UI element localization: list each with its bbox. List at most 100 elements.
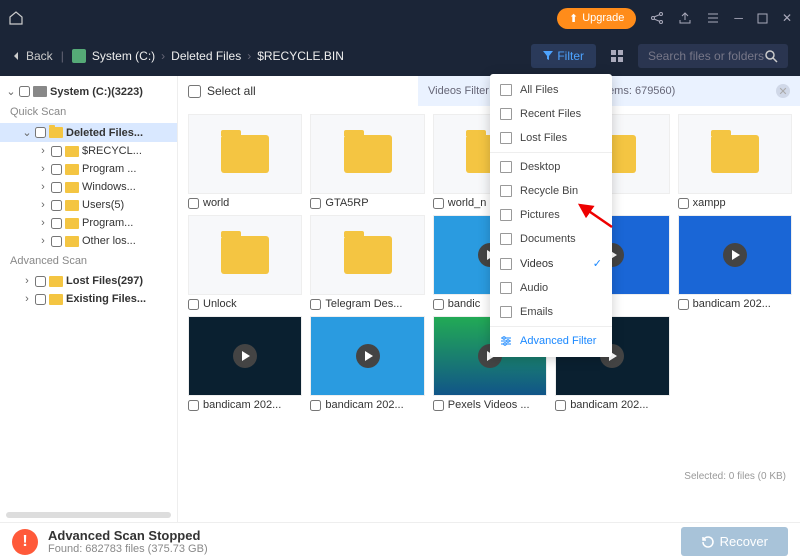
- file-item[interactable]: bandicam 202...: [310, 316, 424, 411]
- home-icon[interactable]: [8, 10, 24, 26]
- file-item[interactable]: bandicam 202...: [188, 316, 302, 411]
- section-advanced: Advanced Scan: [0, 250, 177, 272]
- item-label: Unlock: [203, 298, 237, 310]
- item-checkbox[interactable]: [433, 198, 444, 209]
- file-item[interactable]: bandicam 202...: [678, 215, 792, 310]
- item-label: bandicam 202...: [693, 298, 771, 310]
- menu-icon[interactable]: [706, 11, 720, 25]
- item-label: world_n: [448, 197, 487, 209]
- drive-icon: [33, 86, 47, 97]
- folder-icon: [65, 218, 79, 229]
- dd-documents[interactable]: Documents: [490, 227, 612, 251]
- divider: |: [61, 49, 64, 63]
- minimize-icon[interactable]: ─: [734, 11, 743, 25]
- file-icon: [500, 84, 512, 96]
- sidebar: ⌄System (C:)(3223) Quick Scan ⌄Deleted F…: [0, 76, 178, 522]
- search-input[interactable]: Search files or folders: [638, 44, 788, 68]
- item-label: bandic: [448, 298, 480, 310]
- export-icon[interactable]: [678, 11, 692, 25]
- item-checkbox[interactable]: [188, 198, 199, 209]
- filter-dropdown: All Files Recent Files Lost Files Deskto…: [490, 74, 612, 357]
- back-button[interactable]: Back: [12, 49, 53, 63]
- tree-item[interactable]: ›Users(5): [0, 196, 177, 214]
- file-item[interactable]: xampp: [678, 114, 792, 209]
- documents-icon: [500, 233, 512, 245]
- tree-item[interactable]: ›Other los...: [0, 232, 177, 250]
- folder-icon: [49, 127, 63, 138]
- scrollbar[interactable]: [6, 512, 171, 518]
- dd-emails[interactable]: Emails: [490, 300, 612, 324]
- item-checkbox[interactable]: [188, 299, 199, 310]
- item-checkbox[interactable]: [310, 299, 321, 310]
- item-checkbox[interactable]: [310, 400, 321, 411]
- recover-button[interactable]: Recover: [681, 527, 788, 556]
- folder-icon: [711, 135, 759, 173]
- tree-item[interactable]: ›Program ...: [0, 160, 177, 178]
- tree-lost[interactable]: ›Lost Files(297): [0, 272, 177, 290]
- play-icon: [233, 344, 257, 368]
- folder-icon: [65, 146, 79, 157]
- pictures-icon: [500, 209, 512, 221]
- maximize-icon[interactable]: [757, 13, 768, 24]
- item-checkbox[interactable]: [433, 299, 444, 310]
- tree-item[interactable]: ›Windows...: [0, 178, 177, 196]
- item-checkbox[interactable]: [188, 400, 199, 411]
- recent-icon: [500, 108, 512, 120]
- folder-icon: [65, 182, 79, 193]
- folder-icon: [49, 294, 63, 305]
- view-grid-icon[interactable]: [604, 45, 630, 67]
- warning-icon: !: [12, 529, 38, 555]
- tree-root[interactable]: ⌄System (C:)(3223): [0, 82, 177, 101]
- item-checkbox[interactable]: [555, 400, 566, 411]
- section-quick: Quick Scan: [0, 101, 177, 123]
- tree-deleted[interactable]: ⌄Deleted Files...: [0, 123, 177, 142]
- lost-icon: [500, 132, 512, 144]
- item-label: bandicam 202...: [570, 399, 648, 411]
- dd-all-files[interactable]: All Files: [490, 78, 612, 102]
- filter-button[interactable]: Filter: [531, 44, 596, 68]
- breadcrumb[interactable]: System (C:)› Deleted Files› $RECYCLE.BIN: [72, 49, 344, 63]
- dd-recycle[interactable]: Recycle Bin: [490, 179, 612, 203]
- dd-audio[interactable]: Audio: [490, 276, 612, 300]
- file-item[interactable]: Telegram Des...: [310, 215, 424, 310]
- folder-icon: [344, 236, 392, 274]
- status-info: Advanced Scan StoppedFound: 682783 files…: [48, 528, 208, 555]
- file-item[interactable]: world: [188, 114, 302, 209]
- item-label: Pexels Videos ...: [448, 399, 530, 411]
- recycle-icon: [500, 185, 512, 197]
- play-icon: [356, 344, 380, 368]
- tree-item[interactable]: ›Program...: [0, 214, 177, 232]
- dd-lost[interactable]: Lost Files: [490, 126, 612, 150]
- select-all-checkbox[interactable]: [188, 85, 201, 98]
- close-icon[interactable]: ✕: [782, 11, 792, 25]
- tree-existing[interactable]: ›Existing Files...: [0, 290, 177, 308]
- dd-recent[interactable]: Recent Files: [490, 102, 612, 126]
- file-item[interactable]: Unlock: [188, 215, 302, 310]
- folder-icon: [49, 276, 63, 287]
- item-label: bandicam 202...: [325, 399, 403, 411]
- item-checkbox[interactable]: [433, 400, 444, 411]
- banner-close-icon[interactable]: ✕: [776, 84, 790, 98]
- item-label: bandicam 202...: [203, 399, 281, 411]
- upgrade-button[interactable]: ⬆ Upgrade: [557, 8, 636, 29]
- tree-item[interactable]: ›$RECYCL...: [0, 142, 177, 160]
- dd-desktop[interactable]: Desktop: [490, 155, 612, 179]
- select-all-label: Select all: [207, 84, 256, 98]
- selection-info: Selected: 0 files (0 KB): [684, 471, 786, 482]
- item-checkbox[interactable]: [678, 198, 689, 209]
- item-checkbox[interactable]: [310, 198, 321, 209]
- item-checkbox[interactable]: [678, 299, 689, 310]
- check-icon: ✓: [593, 257, 602, 270]
- item-label: xampp: [693, 197, 726, 209]
- share-icon[interactable]: [650, 11, 664, 25]
- video-thumb: [189, 317, 301, 395]
- item-label: Telegram Des...: [325, 298, 402, 310]
- desktop-icon: [500, 161, 512, 173]
- folder-icon: [221, 135, 269, 173]
- dd-pictures[interactable]: Pictures: [490, 203, 612, 227]
- dd-videos[interactable]: Videos✓: [490, 251, 612, 276]
- file-grid: worldGTA5RPworld_ne_endxamppUnlockTelegr…: [178, 106, 800, 522]
- dd-advanced-filter[interactable]: Advanced Filter: [490, 329, 612, 353]
- file-item[interactable]: GTA5RP: [310, 114, 424, 209]
- folder-icon: [65, 164, 79, 175]
